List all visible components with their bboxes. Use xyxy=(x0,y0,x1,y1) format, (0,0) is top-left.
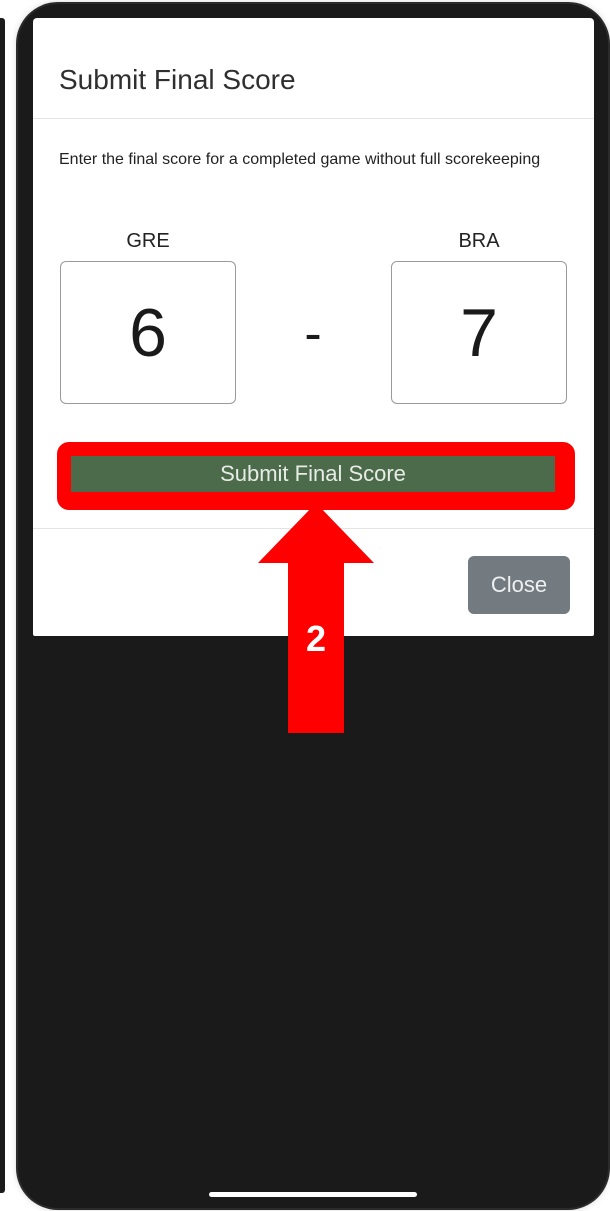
home-score-input[interactable]: 6 xyxy=(60,261,236,404)
score-separator: - xyxy=(304,305,322,363)
submit-final-score-button[interactable]: Submit Final Score xyxy=(71,456,555,492)
modal-title: Submit Final Score xyxy=(59,64,296,95)
close-button[interactable]: Close xyxy=(468,556,570,614)
header-divider xyxy=(33,118,594,119)
phone-screen: Submit Final Score Enter the final score… xyxy=(18,4,608,1208)
away-score-input[interactable]: 7 xyxy=(391,261,567,404)
home-team-label: GRE xyxy=(126,230,170,252)
away-team-label: BRA xyxy=(458,230,500,252)
home-indicator[interactable] xyxy=(209,1192,417,1197)
modal-description: Enter the final score for a completed ga… xyxy=(59,151,541,168)
adjacent-phone-edge xyxy=(0,18,5,1193)
step-number-label: 2 xyxy=(305,618,327,659)
